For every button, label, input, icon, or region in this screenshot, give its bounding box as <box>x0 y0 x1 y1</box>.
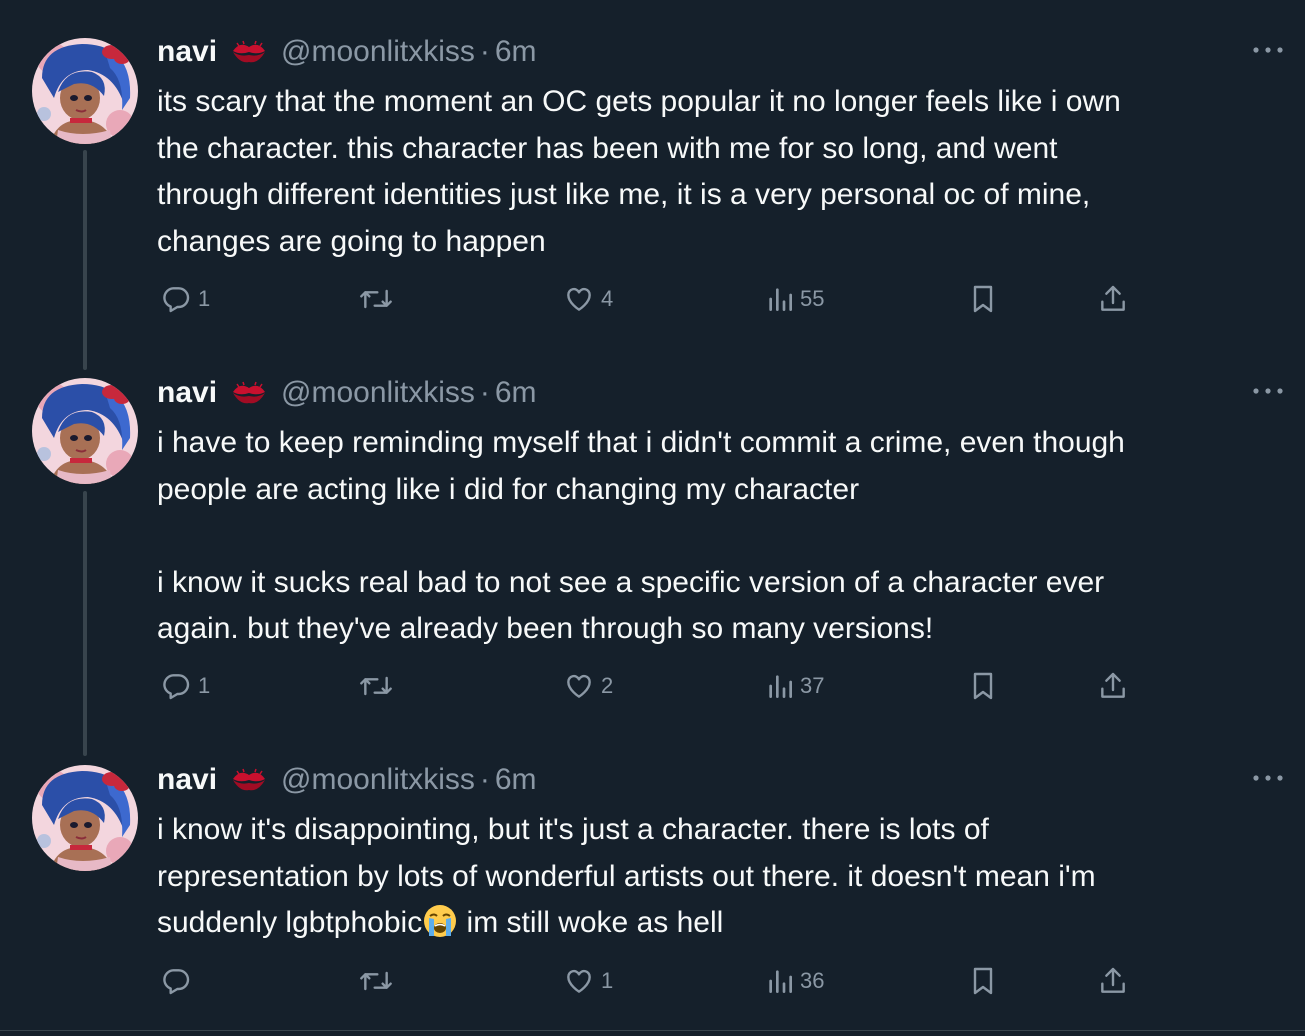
like-button[interactable]: 2 <box>563 666 613 706</box>
views-button[interactable]: 37 <box>766 666 824 706</box>
lips-kiss-emoji <box>233 768 266 791</box>
author-name[interactable]: navi <box>157 35 217 69</box>
avatar[interactable] <box>32 38 138 144</box>
repost-arrows-icon <box>360 971 392 991</box>
author-handle[interactable]: @moonlitxkiss <box>281 376 475 410</box>
text-line: the character. this character has been w… <box>157 131 1058 165</box>
reply-bubble-icon <box>163 969 190 995</box>
heart-icon <box>567 287 591 311</box>
bookmark-button[interactable] <box>968 961 998 1001</box>
tweet-header: navi @moonlitxkiss · 6m <box>157 32 537 72</box>
text-segment: im still woke as hell <box>458 906 724 939</box>
text-line: i have to keep reminding myself that i d… <box>157 426 1125 459</box>
text-line: representation by lots of wonderful arti… <box>157 859 1096 893</box>
views-bars-icon <box>769 288 792 311</box>
text-line: through different identities just like m… <box>157 178 1091 211</box>
views-button[interactable]: 36 <box>766 961 824 1001</box>
avatar[interactable] <box>32 765 138 871</box>
thread-line <box>83 150 87 370</box>
text-segment: suddenly lgbtphobic <box>157 906 423 939</box>
more-dots-icon[interactable] <box>1252 774 1284 782</box>
timestamp[interactable]: 6m <box>495 35 537 69</box>
like-button[interactable]: 1 <box>563 961 613 1001</box>
share-upload-icon <box>1101 285 1125 311</box>
views-count: 36 <box>800 968 825 993</box>
avatar-image <box>32 38 138 144</box>
reply-button[interactable]: 1 <box>160 279 210 319</box>
author-handle[interactable]: @moonlitxkiss <box>281 35 475 69</box>
separator-dot: · <box>479 35 490 68</box>
divider <box>0 1030 1305 1031</box>
action-bar: 1 2 37 <box>0 666 1305 706</box>
avatar[interactable] <box>32 378 138 484</box>
like-count: 4 <box>601 286 614 311</box>
author-name[interactable]: navi <box>157 763 217 797</box>
text-line: its scary that the moment an OC gets pop… <box>157 85 1121 118</box>
share-upload-icon <box>1101 672 1125 698</box>
separator-dot: · <box>479 376 490 409</box>
views-bars-icon <box>769 970 792 993</box>
lips-kiss-emoji <box>233 381 266 404</box>
bookmark-button[interactable] <box>968 279 998 319</box>
tweet-text: i know it's disappointing, but it's just… <box>157 807 1277 947</box>
views-count: 37 <box>800 673 825 698</box>
share-upload-icon <box>1101 967 1125 993</box>
reply-bubble-icon <box>163 674 190 700</box>
views-bars-icon <box>769 675 792 698</box>
tweet-header: navi @moonlitxkiss · 6m <box>157 373 537 413</box>
tweet-header: navi @moonlitxkiss · 6m <box>157 760 537 800</box>
repost-button[interactable] <box>358 961 400 1001</box>
text-line: people are acting like i did for changin… <box>157 472 860 506</box>
like-count: 2 <box>601 673 614 698</box>
author-handle[interactable]: @moonlitxkiss <box>281 763 475 797</box>
repost-button[interactable] <box>358 279 400 319</box>
repost-button[interactable] <box>358 666 400 706</box>
like-count: 1 <box>601 968 614 993</box>
reply-count: 1 <box>198 673 211 698</box>
action-bar: 1 36 <box>0 961 1305 1001</box>
author-name[interactable]: navi <box>157 376 217 410</box>
text-line-with-emoji: suddenly lgbtphobic im still woke as hel… <box>157 900 1277 947</box>
text-line: i know it's disappointing, but it's just… <box>157 813 989 846</box>
heart-icon <box>567 969 591 993</box>
text-line: i know it sucks real bad to not see a sp… <box>157 565 1105 599</box>
like-button[interactable]: 4 <box>563 279 613 319</box>
reply-button[interactable]: 1 <box>160 666 210 706</box>
text-line: again. but they've already been through … <box>157 612 934 645</box>
views-button[interactable]: 55 <box>766 279 824 319</box>
bookmark-icon <box>973 967 993 995</box>
reply-bubble-icon <box>163 287 190 313</box>
action-bar: 1 4 55 <box>0 279 1305 319</box>
thread-line <box>83 491 87 756</box>
more-dots-icon[interactable] <box>1252 46 1284 54</box>
share-button[interactable] <box>1097 961 1129 1001</box>
separator-dot: · <box>479 763 490 796</box>
bookmark-icon <box>973 672 993 700</box>
heart-icon <box>567 674 591 698</box>
timestamp[interactable]: 6m <box>495 763 537 797</box>
share-button[interactable] <box>1097 279 1129 319</box>
avatar-image <box>32 378 138 484</box>
tweet-text: its scary that the moment an OC gets pop… <box>157 79 1277 265</box>
timestamp[interactable]: 6m <box>495 376 537 410</box>
lips-kiss-emoji <box>233 40 266 63</box>
repost-arrows-icon <box>360 676 392 696</box>
repost-arrows-icon <box>360 289 392 309</box>
reply-count: 1 <box>198 286 211 311</box>
share-button[interactable] <box>1097 666 1129 706</box>
tweet-text: i have to keep reminding myself that i d… <box>157 420 1277 653</box>
bookmark-button[interactable] <box>968 666 998 706</box>
avatar-image <box>32 765 138 871</box>
loudly-crying-face-emoji <box>424 905 457 937</box>
text-line: changes are going to happen <box>157 224 546 258</box>
views-count: 55 <box>800 286 825 311</box>
bookmark-icon <box>973 285 993 313</box>
more-dots-icon[interactable] <box>1252 387 1284 395</box>
reply-button[interactable] <box>160 961 198 1001</box>
